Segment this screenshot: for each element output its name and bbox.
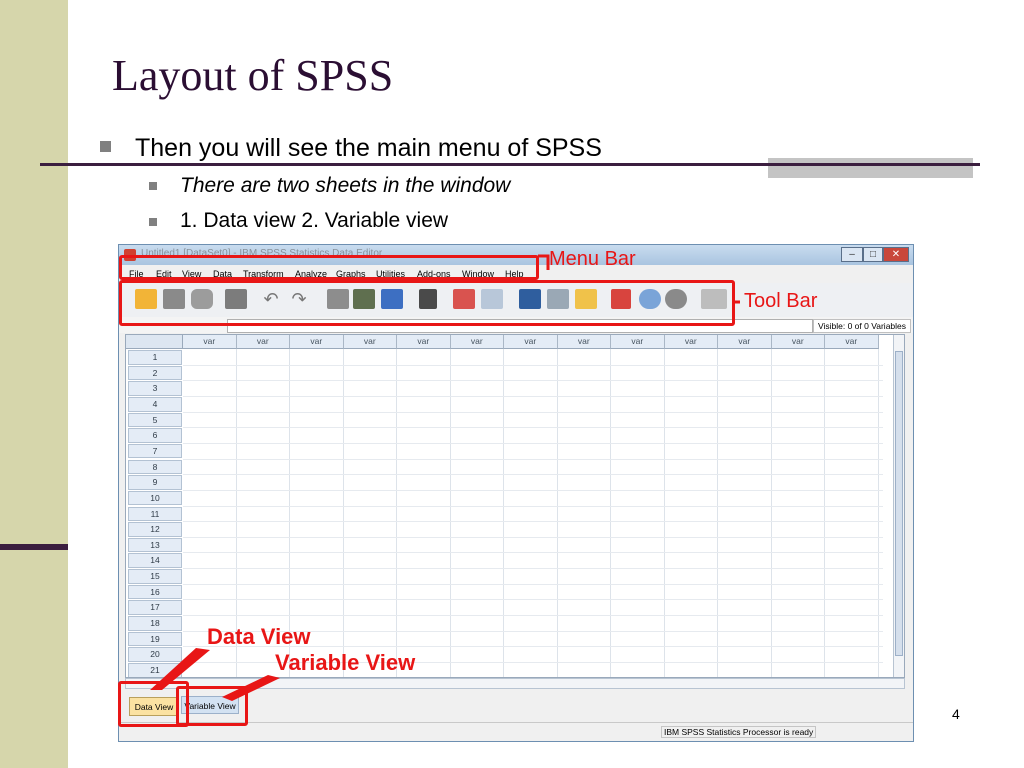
variable-view-arrow [222,675,280,701]
data-view-arrow [150,648,210,690]
data-view-label: Data View [207,624,311,649]
tool-bar-label: Tool Bar [744,290,818,312]
menu-bar-label: Menu Bar [549,248,636,270]
annotation-arrows [150,254,740,701]
menu-bar-connector [538,254,550,270]
variable-view-label: Variable View [275,650,416,675]
page-number: 4 [952,706,960,722]
